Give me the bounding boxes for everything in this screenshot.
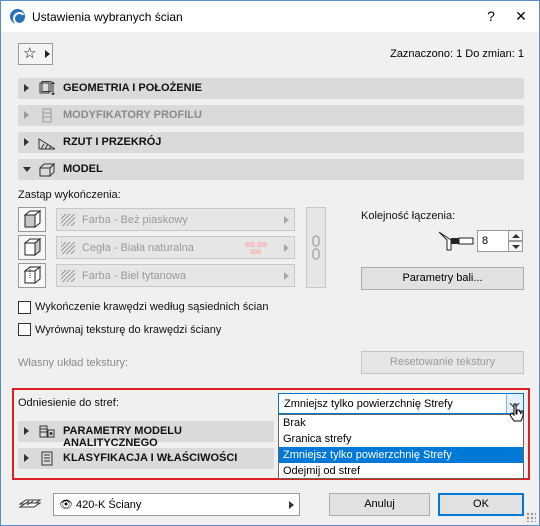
surface-side-3-button[interactable] bbox=[18, 263, 46, 288]
expand-arrow-icon bbox=[24, 84, 29, 92]
surface-hatch-icon bbox=[61, 242, 75, 254]
surface-hatch-icon bbox=[61, 214, 75, 226]
zones-selected-value: Zmniejsz tylko powierzchnię Strefy bbox=[284, 398, 453, 410]
surface-material-label: Farba - Biel tytanowa bbox=[82, 270, 186, 282]
favorites-button[interactable]: ☆ bbox=[18, 43, 53, 65]
surface-material-2[interactable]: Cegła - Biała naturalna bbox=[56, 236, 295, 259]
section-label: MODEL bbox=[63, 163, 103, 175]
reset-texture-button: Resetowanie tekstury bbox=[361, 351, 524, 374]
zones-option[interactable]: Odejmij od stref bbox=[279, 463, 523, 479]
mouse-pointer-icon bbox=[509, 403, 524, 422]
window-title: Ustawienia wybranych ścian bbox=[32, 10, 183, 24]
section-plan-section[interactable]: RZUT I PRZEKRÓJ bbox=[18, 132, 524, 153]
surface-material-3[interactable]: Farba - Biel tytanowa bbox=[56, 264, 295, 287]
floor-plan-icon bbox=[38, 138, 56, 150]
section-label: MODYFIKATORY PROFILU bbox=[63, 109, 202, 121]
wall-face-front-icon bbox=[23, 209, 42, 229]
custom-texture-label: Własny układ tekstury: bbox=[18, 357, 129, 369]
model-box-icon bbox=[38, 162, 56, 177]
section-geometry[interactable]: GEOMETRIA I POŁOŻENIE bbox=[18, 78, 524, 99]
layer-label: 420-K Ściany bbox=[76, 499, 142, 511]
chevron-right-icon bbox=[284, 272, 289, 280]
analytical-model-icon bbox=[39, 425, 55, 438]
star-icon: ☆ bbox=[23, 45, 37, 62]
align-texture-checkbox[interactable] bbox=[18, 323, 31, 336]
chevron-right-icon bbox=[284, 244, 289, 252]
stepper-up-button[interactable] bbox=[508, 230, 523, 241]
title-bar: Ustawienia wybranych ścian ? ✕ bbox=[1, 1, 539, 32]
brick-texture-icon bbox=[245, 242, 267, 254]
surface-hatch-icon bbox=[61, 270, 75, 282]
expand-arrow-icon bbox=[24, 138, 29, 146]
document-list-icon bbox=[41, 451, 53, 466]
override-surfaces-label: Zastąp wykończenia: bbox=[18, 189, 121, 201]
close-button[interactable]: ✕ bbox=[509, 5, 533, 27]
align-texture-label[interactable]: Wyrównaj teksturę do krawędzi ściany bbox=[35, 324, 221, 336]
cancel-button[interactable]: Anuluj bbox=[329, 493, 430, 516]
chevron-right-icon bbox=[45, 50, 50, 58]
surface-material-1[interactable]: Farba - Beż piaskowy bbox=[56, 208, 295, 231]
geometry-icon bbox=[39, 81, 55, 96]
surface-side-1-button[interactable] bbox=[18, 207, 46, 232]
zones-relation-label: Odniesienie do stref: bbox=[18, 397, 119, 409]
layers-icon bbox=[18, 499, 42, 508]
expand-arrow-icon bbox=[24, 454, 29, 462]
zones-option[interactable]: Brak bbox=[279, 415, 523, 431]
chain-link-icon bbox=[312, 235, 320, 260]
edge-surface-label[interactable]: Wykończenie krawędzi według sąsiednich ś… bbox=[35, 301, 268, 313]
surface-material-label: Farba - Beż piaskowy bbox=[82, 214, 188, 226]
settings-dialog: Ustawienia wybranych ścian ? ✕ ☆ Zaznacz… bbox=[0, 0, 540, 526]
archicad-logo-icon bbox=[10, 9, 26, 25]
intersection-priority-icon bbox=[438, 231, 474, 251]
collapse-arrow-icon bbox=[23, 167, 31, 172]
beam-params-button[interactable]: Parametry bali... bbox=[361, 267, 524, 290]
expand-arrow-icon bbox=[24, 427, 29, 435]
zones-relation-select[interactable]: Zmniejsz tylko powierzchnię Strefy bbox=[278, 393, 524, 414]
zones-dropdown-list: Brak Granica strefy Zmniejsz tylko powie… bbox=[278, 414, 524, 479]
connection-order-input[interactable]: 8 bbox=[477, 230, 509, 252]
chevron-right-icon bbox=[289, 501, 294, 509]
resize-grip-icon[interactable] bbox=[526, 512, 536, 522]
edge-surface-checkbox[interactable] bbox=[18, 301, 31, 314]
layer-select[interactable]: 👁 420-K Ściany bbox=[53, 493, 300, 516]
section-classification[interactable]: KLASYFIKACJA I WŁAŚCIWOŚCI bbox=[18, 448, 274, 469]
zones-option-selected[interactable]: Zmniejsz tylko powierzchnię Strefy bbox=[279, 447, 523, 463]
section-analytical-model[interactable]: PARAMETRY MODELU ANALITYCZNEGO bbox=[18, 421, 274, 449]
eye-icon: 👁 bbox=[59, 499, 73, 511]
zones-option[interactable]: Granica strefy bbox=[279, 431, 523, 447]
section-label: PARAMETRY MODELU ANALITYCZNEGO bbox=[63, 425, 182, 449]
section-label: KLASYFIKACJA I WŁAŚCIWOŚCI bbox=[63, 452, 238, 464]
ok-button[interactable]: OK bbox=[438, 493, 524, 516]
link-surfaces-button[interactable] bbox=[306, 207, 326, 288]
section-profile-modifiers: MODYFIKATORY PROFILU bbox=[18, 105, 524, 126]
connection-order-label: Kolejność łączenia: bbox=[361, 210, 456, 222]
wall-face-edge-icon bbox=[23, 237, 42, 257]
surface-side-2-button[interactable] bbox=[18, 235, 46, 260]
help-button[interactable]: ? bbox=[479, 5, 503, 27]
profile-modifier-icon bbox=[42, 108, 52, 123]
expand-arrow-icon bbox=[24, 111, 29, 119]
surface-material-label: Cegła - Biała naturalna bbox=[82, 242, 194, 254]
section-label: RZUT I PRZEKRÓJ bbox=[63, 136, 162, 148]
stepper-down-button[interactable] bbox=[508, 241, 523, 252]
selection-info: Zaznaczono: 1 Do zmian: 1 bbox=[390, 48, 524, 60]
chevron-right-icon bbox=[284, 216, 289, 224]
wall-face-back-icon bbox=[23, 265, 42, 285]
section-model[interactable]: MODEL bbox=[18, 159, 524, 180]
section-label: GEOMETRIA I POŁOŻENIE bbox=[63, 82, 202, 94]
